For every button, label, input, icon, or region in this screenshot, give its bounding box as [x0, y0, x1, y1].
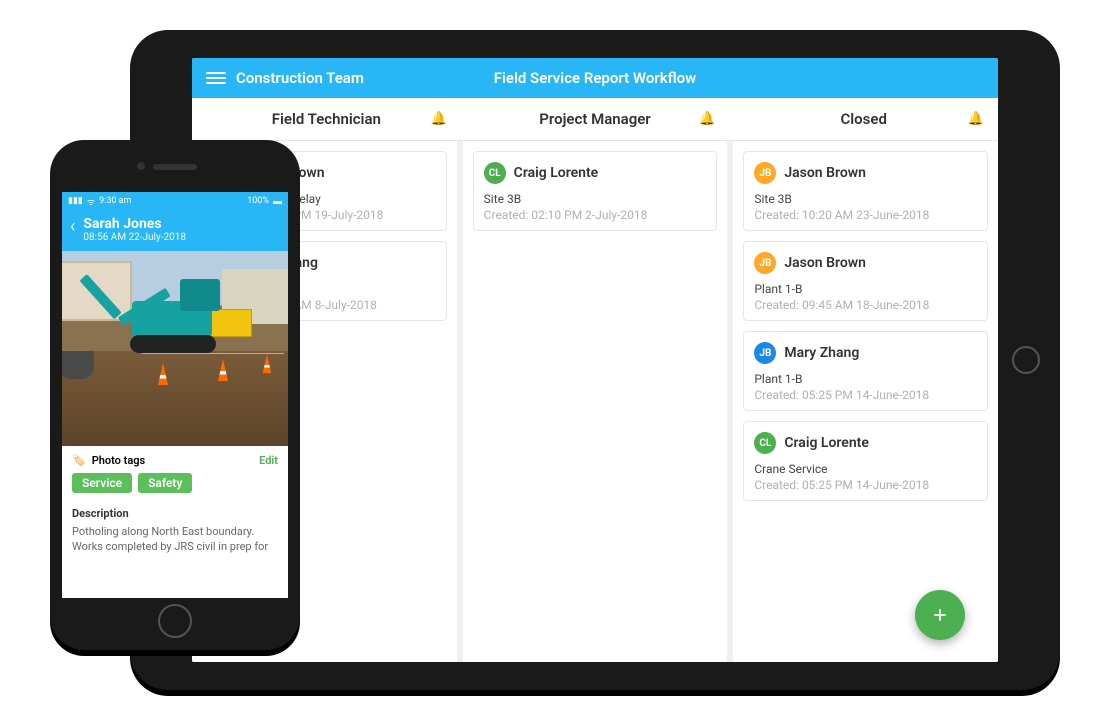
card-subject: Site 3B	[484, 192, 707, 206]
phone-screen: ▮▮▮ ᯤ 9:30 am 100% ▬ ‹ Sarah Jones 08:56…	[62, 192, 288, 598]
card-created-timestamp: Created: 05:25 PM 14-June-2018	[754, 388, 977, 402]
phone-header: ‹ Sarah Jones 08:56 AM 22-July-2018	[62, 210, 288, 251]
back-chevron-icon[interactable]: ‹	[70, 218, 75, 236]
workflow-card[interactable]: JB Mary Zhang Plant 1-B Created: 05:25 PM 1…	[743, 331, 988, 411]
avatar: JB	[754, 252, 776, 274]
column-title: Field Technician	[272, 110, 381, 128]
status-bar: ▮▮▮ ᯤ 9:30 am 100% ▬	[62, 192, 288, 210]
workflow-card[interactable]: CL Craig Lorente Crane Service Created: 05:…	[743, 421, 988, 501]
wifi-icon: ᯤ	[87, 195, 95, 208]
hamburger-menu-icon[interactable]	[206, 72, 226, 84]
battery-icon: ▬	[273, 196, 282, 207]
bell-icon[interactable]: 🔔	[699, 112, 715, 127]
card-subject: Site 3B	[754, 192, 977, 206]
plus-icon	[930, 605, 950, 625]
column-headers: Field Technician 🔔 Project Manager 🔔 Clo…	[192, 98, 998, 141]
tag-safety[interactable]: Safety	[138, 473, 192, 493]
entry-timestamp: 08:56 AM 22-July-2018	[83, 232, 186, 243]
column-closed: JB Jason Brown Site 3B Created: 10:20 AM 23…	[733, 141, 998, 662]
phone-device: ▮▮▮ ᯤ 9:30 am 100% ▬ ‹ Sarah Jones 08:56…	[50, 140, 300, 650]
edit-tags-link[interactable]: Edit	[259, 454, 278, 467]
avatar: CL	[754, 432, 776, 454]
photo-tags-label: Photo tags	[92, 454, 145, 467]
card-created-timestamp: Created: 02:10 PM 2-July-2018	[484, 208, 707, 222]
card-created-timestamp: Created: 05:25 PM 14-June-2018	[754, 478, 977, 492]
card-subject: Plant 1-B	[754, 372, 977, 386]
entry-author: Sarah Jones	[83, 216, 186, 232]
column-title: Closed	[840, 110, 886, 128]
column-project-manager: CL Craig Lorente Site 3B Created: 02:10 PM …	[463, 141, 734, 662]
battery-percent: 100%	[247, 196, 269, 206]
tag-list: Service Safety	[72, 473, 278, 493]
card-created-timestamp: Created: 09:45 AM 18-June-2018	[754, 298, 977, 312]
phone-speaker	[153, 164, 197, 170]
add-button[interactable]	[915, 590, 965, 640]
status-time: 9:30 am	[99, 196, 131, 206]
column-header-field-technician[interactable]: Field Technician 🔔	[192, 98, 461, 140]
avatar: JB	[754, 342, 776, 364]
bell-icon[interactable]: 🔔	[968, 112, 984, 127]
kanban-board: JBJason BrownSubcontractor DelayCreated:…	[192, 141, 998, 662]
phone-home-button[interactable]	[158, 604, 192, 638]
column-header-project-manager[interactable]: Project Manager 🔔	[461, 98, 730, 140]
card-subject: Crane Service	[754, 462, 977, 476]
column-header-closed[interactable]: Closed 🔔	[729, 98, 998, 140]
description-text: Potholing along North East boundary. Wor…	[72, 524, 278, 555]
tablet-header: Construction Team Field Service Report W…	[192, 58, 998, 98]
workflow-card[interactable]: JB Jason Brown Site 3B Created: 10:20 AM 23…	[743, 151, 988, 231]
card-subject: Plant 1-B	[754, 282, 977, 296]
avatar: JB	[754, 162, 776, 184]
team-name: Construction Team	[236, 69, 364, 87]
tag-service[interactable]: Service	[72, 473, 132, 493]
tag-icon: 🏷️	[72, 454, 86, 467]
description-label: Description	[72, 507, 278, 520]
phone-camera-dot	[137, 162, 145, 170]
avatar: CL	[484, 162, 506, 184]
tablet-screen: Construction Team Field Service Report W…	[192, 58, 998, 662]
bell-icon[interactable]: 🔔	[430, 112, 446, 127]
tablet-home-button[interactable]	[1012, 346, 1040, 374]
card-person-name: Jason Brown	[784, 165, 866, 181]
card-person-name: Jason Brown	[784, 255, 866, 271]
workflow-card[interactable]: CL Craig Lorente Site 3B Created: 02:10 PM …	[473, 151, 718, 231]
photo-tags-header: 🏷️ Photo tags	[72, 454, 145, 467]
card-person-name: Mary Zhang	[784, 345, 859, 361]
signal-icon: ▮▮▮	[68, 196, 83, 206]
card-person-name: Craig Lorente	[514, 165, 599, 181]
column-title: Project Manager	[539, 110, 650, 128]
entry-body: 🏷️ Photo tags Edit Service Safety Descri…	[62, 446, 288, 563]
card-person-name: Craig Lorente	[784, 435, 869, 451]
entry-photo[interactable]	[62, 251, 288, 446]
card-created-timestamp: Created: 10:20 AM 23-June-2018	[754, 208, 977, 222]
workflow-card[interactable]: JB Jason Brown Plant 1-B Created: 09:45 AM …	[743, 241, 988, 321]
